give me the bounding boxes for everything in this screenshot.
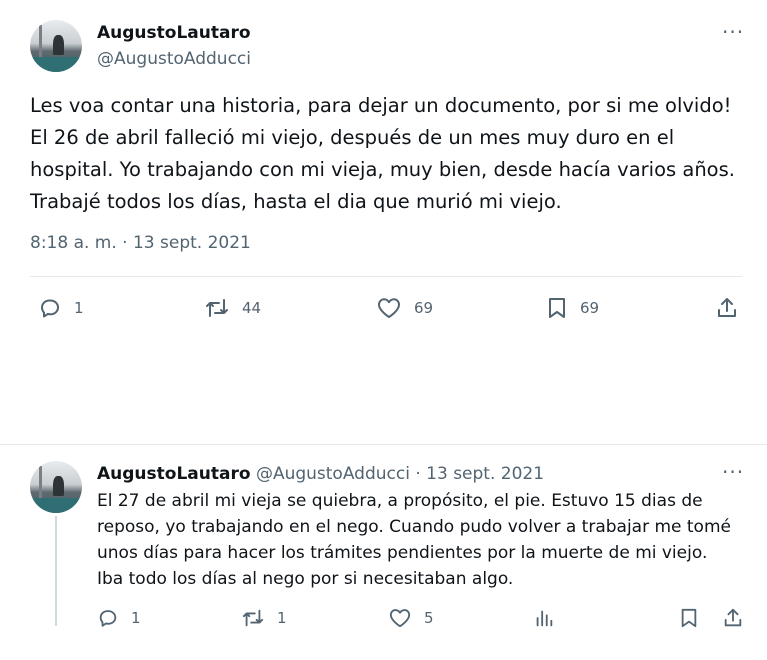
reply-reply-count: 1 bbox=[131, 609, 141, 627]
reply-avatar[interactable] bbox=[30, 461, 82, 513]
reply-bookmark-button[interactable] bbox=[679, 607, 699, 629]
like-count: 69 bbox=[414, 299, 434, 317]
heart-icon bbox=[389, 609, 411, 628]
share-icon bbox=[718, 298, 736, 317]
bookmark-icon bbox=[681, 608, 697, 628]
analytics-icon bbox=[536, 610, 553, 627]
divider bbox=[30, 276, 742, 277]
reply-reply-button[interactable]: 1 bbox=[97, 607, 141, 629]
reply-count: 1 bbox=[74, 299, 84, 317]
header-separator: · bbox=[415, 464, 421, 484]
tweet-text: Les voa contar una historia, para dejar … bbox=[30, 94, 735, 213]
repost-count: 44 bbox=[242, 299, 262, 317]
share-button[interactable] bbox=[715, 296, 739, 320]
main-tweet: AugustoLautaro @AugustoAdducci ··· Les v… bbox=[0, 0, 767, 356]
more-options-icon[interactable]: ··· bbox=[722, 20, 744, 44]
separator-space bbox=[0, 355, 767, 444]
reply-header: AugustoLautaro @AugustoAdducci · 13 sept… bbox=[97, 464, 544, 484]
bookmark-icon bbox=[549, 298, 565, 318]
reply-text: El 27 de abril mi vieja se quiebra, a pr… bbox=[97, 491, 731, 589]
reply-button[interactable]: 1 bbox=[38, 296, 84, 320]
avatar[interactable] bbox=[30, 20, 82, 72]
like-button[interactable]: 69 bbox=[376, 296, 433, 320]
author-handle[interactable]: @AugustoAdducci bbox=[97, 49, 251, 69]
tweet-timestamp[interactable]: 8:18 a. m. · 13 sept. 2021 bbox=[30, 233, 251, 253]
share-icon bbox=[724, 608, 742, 627]
repost-icon bbox=[242, 609, 264, 627]
repost-button[interactable]: 44 bbox=[204, 296, 261, 320]
reply-share-button[interactable] bbox=[722, 607, 744, 629]
reply-icon bbox=[41, 299, 59, 318]
reply-date[interactable]: 13 sept. 2021 bbox=[426, 464, 544, 484]
views-button[interactable] bbox=[533, 607, 555, 629]
repost-icon bbox=[206, 299, 228, 317]
thread-line bbox=[55, 516, 57, 626]
reply-like-button[interactable]: 5 bbox=[388, 607, 434, 629]
bookmark-count: 69 bbox=[580, 299, 600, 317]
reply-repost-button[interactable]: 1 bbox=[241, 607, 287, 629]
author-name[interactable]: AugustoLautaro bbox=[97, 23, 251, 43]
heart-icon bbox=[378, 298, 400, 318]
reply-like-count: 5 bbox=[424, 609, 434, 627]
reply-more-options-icon[interactable]: ··· bbox=[722, 460, 744, 484]
reply-author-name[interactable]: AugustoLautaro bbox=[97, 464, 251, 484]
reply-icon bbox=[99, 610, 117, 627]
reply-repost-count: 1 bbox=[277, 609, 287, 627]
bookmark-button[interactable]: 69 bbox=[546, 296, 599, 320]
reply-author-handle[interactable]: @AugustoAdducci bbox=[256, 464, 410, 484]
